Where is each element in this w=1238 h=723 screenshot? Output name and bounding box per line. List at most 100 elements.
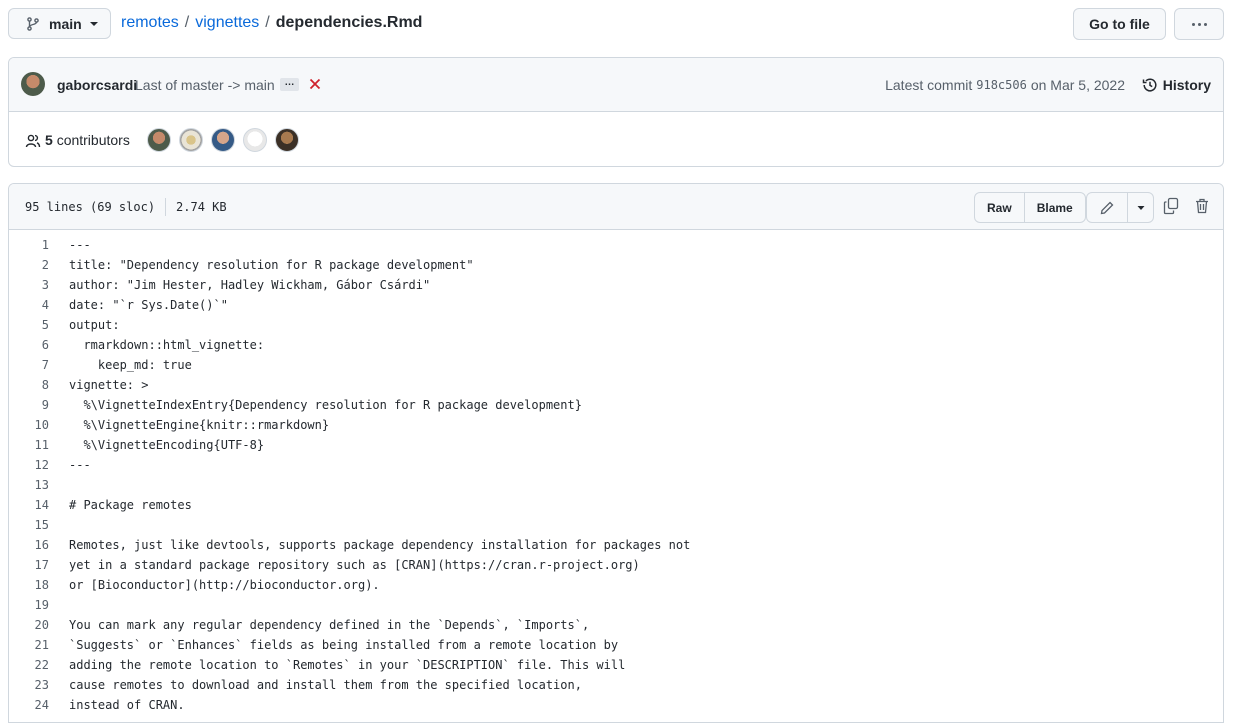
line-number[interactable]: 4 (9, 295, 49, 315)
line-number[interactable]: 23 (9, 675, 49, 695)
code-line: 20 You can mark any regular dependency de… (9, 615, 1223, 635)
line-number[interactable]: 19 (9, 595, 49, 615)
breadcrumb: remotes / vignettes / dependencies.Rmd (121, 14, 422, 32)
line-number[interactable]: 11 (9, 435, 49, 455)
line-content: # Package remotes (69, 498, 192, 512)
commit-sha-link[interactable]: 918c506 (976, 78, 1027, 92)
branch-name: main (49, 15, 82, 32)
line-number[interactable]: 10 (9, 415, 49, 435)
branch-select-button[interactable]: main (8, 8, 111, 39)
line-number[interactable]: 9 (9, 395, 49, 415)
history-button[interactable]: History (1142, 77, 1211, 93)
code-line: 10 %\VignetteEngine{knitr::rmarkdown} (9, 415, 1223, 435)
contributors-link[interactable]: 5 contributors (45, 132, 130, 148)
go-to-file-button[interactable]: Go to file (1073, 8, 1166, 40)
edit-file-button[interactable] (1087, 193, 1127, 222)
line-number[interactable]: 21 (9, 635, 49, 655)
code-line: 7 keep_md: true (9, 355, 1223, 375)
more-options-button[interactable] (1174, 8, 1224, 40)
line-content: or [Bioconductor](http://bioconductor.or… (69, 578, 380, 592)
code-line: 18 or [Bioconductor](http://bioconductor.… (9, 575, 1223, 595)
line-number[interactable]: 16 (9, 535, 49, 555)
code-line: 13 (9, 475, 1223, 495)
line-content: `Suggests` or `Enhances` fields as being… (69, 638, 619, 652)
line-content: author: "Jim Hester, Hadley Wickham, Gáb… (69, 278, 431, 292)
trash-icon[interactable] (1195, 198, 1209, 214)
blame-button[interactable]: Blame (1023, 193, 1085, 222)
contributor-avatar[interactable] (275, 128, 299, 152)
x-status-icon[interactable] (307, 76, 323, 92)
line-number[interactable]: 5 (9, 315, 49, 335)
copy-icon[interactable] (1163, 197, 1179, 215)
line-number[interactable]: 15 (9, 515, 49, 535)
line-number[interactable]: 18 (9, 575, 49, 595)
file-info: 95 lines (69 sloc) 2.74 KB (25, 197, 227, 216)
code-line: 4 date: "`r Sys.Date()`" (9, 295, 1223, 315)
breadcrumb-separator: / (184, 14, 190, 31)
breadcrumb-folder-link[interactable]: vignettes (195, 14, 259, 32)
line-number[interactable]: 3 (9, 275, 49, 295)
line-number[interactable]: 1 (9, 235, 49, 255)
contributor-avatar[interactable] (147, 128, 171, 152)
git-branch-icon (27, 16, 39, 31)
code-line: 11 %\VignetteEncoding{UTF-8} (9, 435, 1223, 455)
line-content: date: "`r Sys.Date()`" (69, 298, 228, 312)
line-number[interactable]: 24 (9, 695, 49, 715)
raw-button[interactable]: Raw (975, 193, 1024, 222)
line-content: --- (69, 238, 91, 252)
breadcrumb-repo-link[interactable]: remotes (121, 14, 179, 32)
code-line: 14 # Package remotes (9, 495, 1223, 515)
kebab-dot-icon (1197, 22, 1201, 26)
line-content: title: "Dependency resolution for R pack… (69, 258, 474, 272)
line-content: Remotes, just like devtools, supports pa… (69, 538, 691, 552)
line-number[interactable]: 12 (9, 455, 49, 475)
line-content: vignette: > (69, 378, 149, 392)
edit-options-dropdown[interactable] (1127, 193, 1153, 222)
contributor-avatar[interactable] (243, 128, 267, 152)
code-line: 24 instead of CRAN. (9, 695, 1223, 715)
file-info-divider (165, 197, 167, 216)
line-content: --- (69, 458, 91, 472)
people-icon (25, 134, 41, 148)
contributors-count: 5 (45, 132, 53, 148)
history-icon (1142, 77, 1157, 91)
chevron-down-icon (1137, 205, 1144, 210)
commit-message-link[interactable]: Last of master -> main (135, 77, 275, 93)
code-line: 2 title: "Dependency resolution for R pac… (9, 255, 1223, 275)
line-number[interactable]: 6 (9, 335, 49, 355)
code-view: 1 --- 2 title: "Dependency resolution for … (9, 230, 1223, 715)
code-line: 21 `Suggests` or `Enhances` fields as bei… (9, 635, 1223, 655)
latest-commit-info: Latest commit 918c506 on Mar 5, 2022 (885, 77, 1125, 93)
line-number[interactable]: 20 (9, 615, 49, 635)
code-line: 23 cause remotes to download and install … (9, 675, 1223, 695)
line-number[interactable]: 8 (9, 375, 49, 395)
code-line: 3 author: "Jim Hester, Hadley Wickham, Gá… (9, 275, 1223, 295)
raw-blame-button-group: Raw Blame (974, 192, 1086, 223)
line-content (49, 595, 69, 615)
code-line: 5 output: (9, 315, 1223, 335)
contributor-avatar[interactable] (179, 128, 203, 152)
code-line: 12 --- (9, 455, 1223, 475)
kebab-dot-icon (1203, 22, 1207, 26)
line-number[interactable]: 22 (9, 655, 49, 675)
line-number[interactable]: 17 (9, 555, 49, 575)
commit-author-link[interactable]: gaborcsardi (57, 77, 137, 93)
commit-summary-row: gaborcsardi Last of master -> main … Lat… (9, 58, 1223, 112)
line-content: keep_md: true (69, 358, 192, 372)
line-content (49, 475, 69, 495)
breadcrumb-separator: / (265, 14, 270, 31)
line-content: %\VignetteEncoding{UTF-8} (69, 438, 265, 452)
expand-commit-message-button[interactable]: … (280, 78, 299, 91)
contributor-avatar[interactable] (211, 128, 235, 152)
avatar[interactable] (21, 72, 45, 96)
line-number[interactable]: 14 (9, 495, 49, 515)
code-line: 15 (9, 515, 1223, 535)
line-number[interactable]: 7 (9, 355, 49, 375)
contributors-label: contributors (56, 132, 130, 148)
line-number[interactable]: 13 (9, 475, 49, 495)
code-line: 8 vignette: > (9, 375, 1223, 395)
contributors-row: 5 contributors (9, 112, 1223, 166)
line-content: rmarkdown::html_vignette: (69, 338, 265, 352)
chevron-down-icon (89, 21, 98, 26)
line-number[interactable]: 2 (9, 255, 49, 275)
